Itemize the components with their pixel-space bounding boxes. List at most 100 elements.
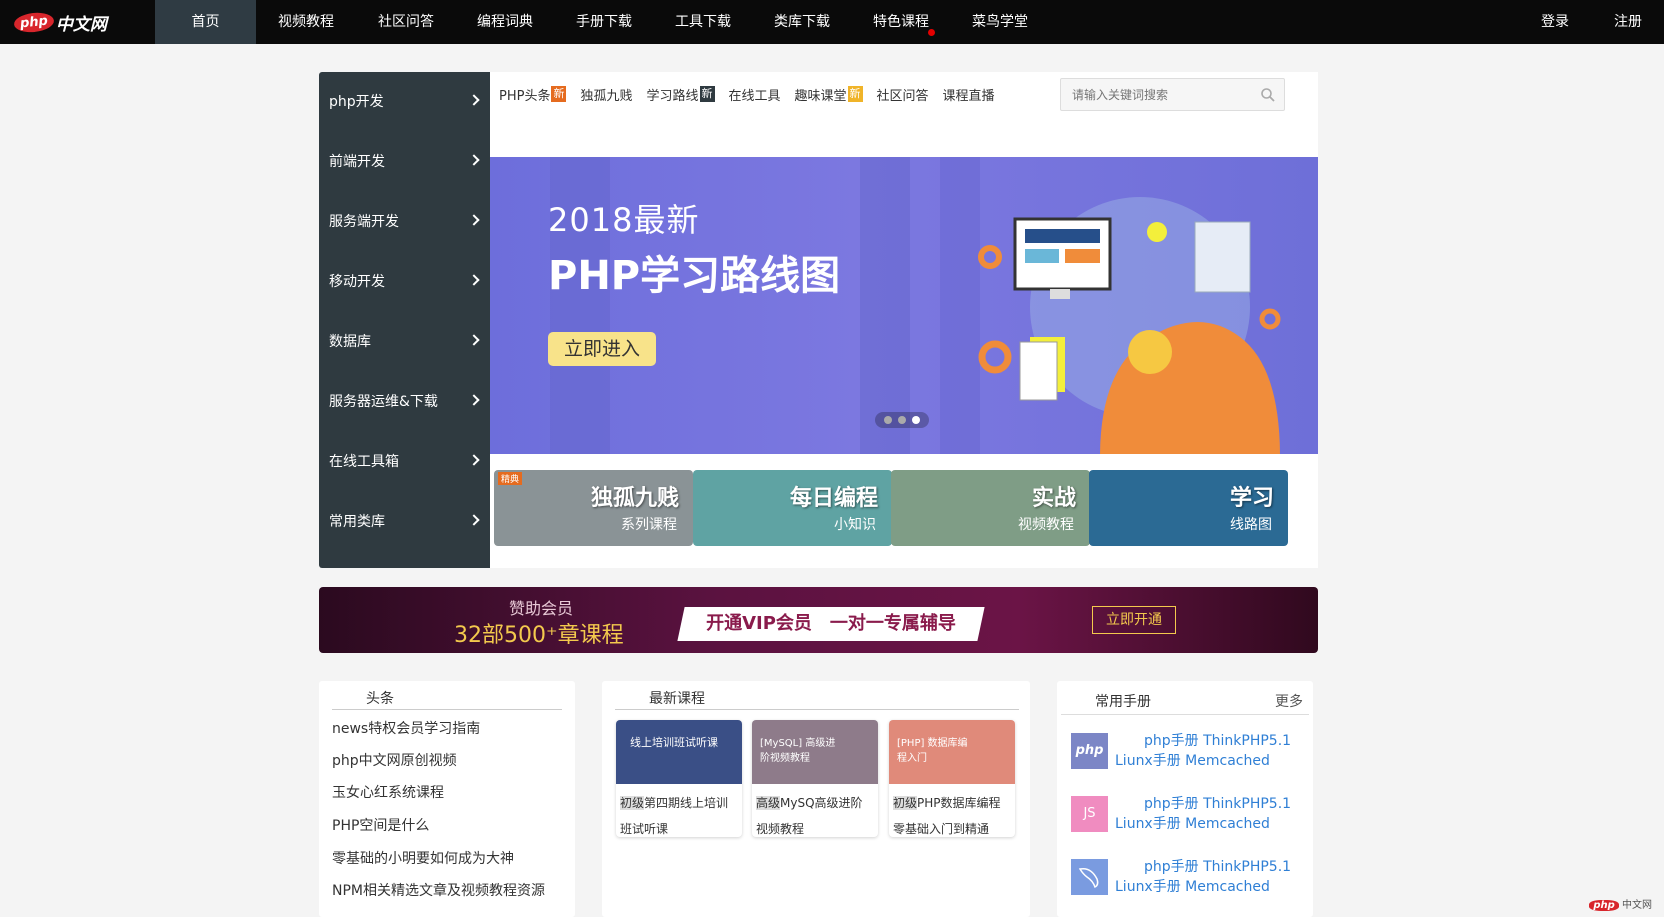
headline-item[interactable]: 零基础的小明要如何成为大神 <box>332 848 514 868</box>
banner-title: PHP学习路线图 <box>548 253 841 299</box>
manual-link-row[interactable]: Liunx手册 Memcached <box>1115 877 1295 897</box>
subnav-label: 学习路线 <box>646 88 699 104</box>
courses-card: 最新课程 线上培训班试听课 初级第四期线上培训班试听课 [MySQL] 高级进阶… <box>602 681 1030 917</box>
course-card[interactable]: 线上培训班试听课 初级第四期线上培训班试听课 <box>616 720 742 837</box>
category-label: 常用类库 <box>329 514 385 530</box>
feature-dugu[interactable]: 精典 独孤九贱 系列课程 <box>494 470 693 546</box>
hot-dot-icon <box>928 29 935 36</box>
nav-home[interactable]: 首页 <box>155 0 256 44</box>
category-php[interactable]: php开发 <box>319 72 490 132</box>
nav-videos[interactable]: 视频教程 <box>262 0 350 44</box>
course-text: 高级MySQ高级进阶视频教程 <box>752 784 878 837</box>
course-thumb-label: 线上培训班试听课 <box>630 736 718 749</box>
category-server-ops[interactable]: 服务器运维&下载 <box>319 372 490 432</box>
vip-line2: 32部500⁺章课程 <box>454 623 624 648</box>
logo-text: 中文网 <box>55 14 107 35</box>
headline-item[interactable]: news特权会员学习指南 <box>332 718 480 738</box>
new-badge: 新 <box>551 86 567 102</box>
nav-tool-download[interactable]: 工具下载 <box>659 0 747 44</box>
manual-link-row[interactable]: php手册 ThinkPHP5.1 <box>1115 731 1295 751</box>
chevron-right-icon <box>468 274 480 286</box>
feature-sub: 小知识 <box>834 517 876 533</box>
category-label: 前端开发 <box>329 154 385 170</box>
manual-link-row[interactable]: Liunx手册 Memcached <box>1115 751 1295 771</box>
headline-item[interactable]: PHP空间是什么 <box>332 815 429 835</box>
category-libraries[interactable]: 常用类库 <box>319 492 490 552</box>
manual-link-row[interactable]: php手册 ThinkPHP5.1 <box>1115 794 1295 814</box>
carousel-dot[interactable] <box>898 416 906 424</box>
course-thumbnail: 线上培训班试听课 <box>616 720 742 784</box>
search-input[interactable] <box>1061 79 1251 110</box>
course-text: 初级PHP数据库编程零基础入门到精通 <box>889 784 1015 837</box>
vip-banner[interactable]: 赞助会员 32部500⁺章课程 开通VIP会员 一对一专属辅导 立即开通 <box>319 587 1318 653</box>
register-link[interactable]: 注册 <box>1603 0 1653 44</box>
vip-open-button[interactable]: 立即开通 <box>1092 606 1176 634</box>
feature-daily-coding[interactable]: 每日编程 小知识 <box>693 470 892 546</box>
hero-banner[interactable]: 2018最新 PHP学习路线图 立即进入 <box>490 157 1318 454</box>
course-thumbnail: [PHP] 数据库编程入门 <box>889 720 1015 784</box>
course-card[interactable]: [MySQL] 高级进阶视频教程 高级MySQ高级进阶视频教程 <box>752 720 878 837</box>
category-label: 在线工具箱 <box>329 454 399 470</box>
subnav-fun-class[interactable]: 趣味课堂新 <box>795 85 863 104</box>
nav-featured-courses[interactable]: 特色课程 <box>857 0 945 44</box>
feature-practice[interactable]: 实战 视频教程 <box>891 470 1090 546</box>
carousel-dot[interactable] <box>884 416 892 424</box>
subnav-roadmap[interactable]: 学习路线新 <box>646 85 715 104</box>
category-label: php开发 <box>329 94 384 110</box>
headline-item[interactable]: NPM相关精选文章及视频教程资源 <box>332 880 545 900</box>
manual-link-row[interactable]: php手册 ThinkPHP5.1 <box>1115 857 1295 877</box>
feature-title: 实战 <box>1031 486 1076 511</box>
js-icon[interactable]: JS <box>1071 796 1108 832</box>
watermark: php 中文网 <box>1589 896 1652 911</box>
feature-sub: 视频教程 <box>1018 517 1074 533</box>
banner-enter-button[interactable]: 立即进入 <box>548 332 656 366</box>
category-label: 服务端开发 <box>329 214 399 230</box>
subnav-online-tools[interactable]: 在线工具 <box>729 85 781 104</box>
chevron-right-icon <box>468 514 480 526</box>
course-text: 初级第四期线上培训班试听课 <box>616 784 742 837</box>
subnav-label: 社区问答 <box>876 88 929 104</box>
chevron-right-icon <box>468 214 480 226</box>
feature-roadmap[interactable]: 学习 线路图 <box>1089 470 1288 546</box>
search-icon[interactable] <box>1260 87 1276 103</box>
category-database[interactable]: 数据库 <box>319 312 490 372</box>
course-thumb-label: [MySQL] 高级进阶视频教程 <box>760 738 836 764</box>
manual-link-row[interactable]: Liunx手册 Memcached <box>1115 814 1295 834</box>
feature-title: 学习 <box>1229 486 1274 511</box>
mysql-dolphin-icon[interactable] <box>1071 859 1108 895</box>
nav-dictionary[interactable]: 编程词典 <box>461 0 549 44</box>
feature-title: 独孤九贱 <box>590 486 679 511</box>
category-frontend[interactable]: 前端开发 <box>319 132 490 192</box>
course-level: 高级 <box>756 796 781 810</box>
subnav-live[interactable]: 课程直播 <box>943 85 995 104</box>
vip-line1: 赞助会员 <box>509 599 574 618</box>
category-label: 移动开发 <box>329 274 385 290</box>
manuals-more-link[interactable]: 更多 <box>1275 691 1303 711</box>
headline-item[interactable]: php中文网原创视频 <box>332 750 457 770</box>
headline-item[interactable]: 玉女心红系统课程 <box>332 782 444 802</box>
nav-featured-label: 特色课程 <box>873 14 929 30</box>
site-logo[interactable]: php 中文网 <box>13 10 107 35</box>
course-level: 初级 <box>620 796 645 810</box>
subnav-dugu[interactable]: 独孤九贱 <box>580 85 632 104</box>
category-mobile[interactable]: 移动开发 <box>319 252 490 312</box>
category-online-tools[interactable]: 在线工具箱 <box>319 432 490 492</box>
login-link[interactable]: 登录 <box>1530 0 1580 44</box>
subnav-php-news[interactable]: PHP头条新 <box>499 85 567 104</box>
divider <box>615 709 1019 710</box>
nav-manual-download[interactable]: 手册下载 <box>560 0 648 44</box>
php-icon[interactable]: php <box>1071 733 1108 769</box>
feature-title: 每日编程 <box>789 486 878 511</box>
subnav-community-qa[interactable]: 社区问答 <box>877 85 929 104</box>
course-thumb-label: [PHP] 数据库编程入门 <box>897 738 968 764</box>
watermark-mark: php <box>1589 900 1619 911</box>
nav-community-qa[interactable]: 社区问答 <box>362 0 450 44</box>
chevron-right-icon <box>468 154 480 166</box>
course-card[interactable]: [PHP] 数据库编程入门 初级PHP数据库编程零基础入门到精通 <box>889 720 1015 837</box>
nav-library-download[interactable]: 类库下载 <box>758 0 846 44</box>
feature-tag: 精典 <box>498 472 523 485</box>
category-backend[interactable]: 服务端开发 <box>319 192 490 252</box>
nav-beginner[interactable]: 菜鸟学堂 <box>956 0 1044 44</box>
carousel-dot-active[interactable] <box>912 416 920 424</box>
subnav-label: 趣味课堂 <box>794 88 847 104</box>
